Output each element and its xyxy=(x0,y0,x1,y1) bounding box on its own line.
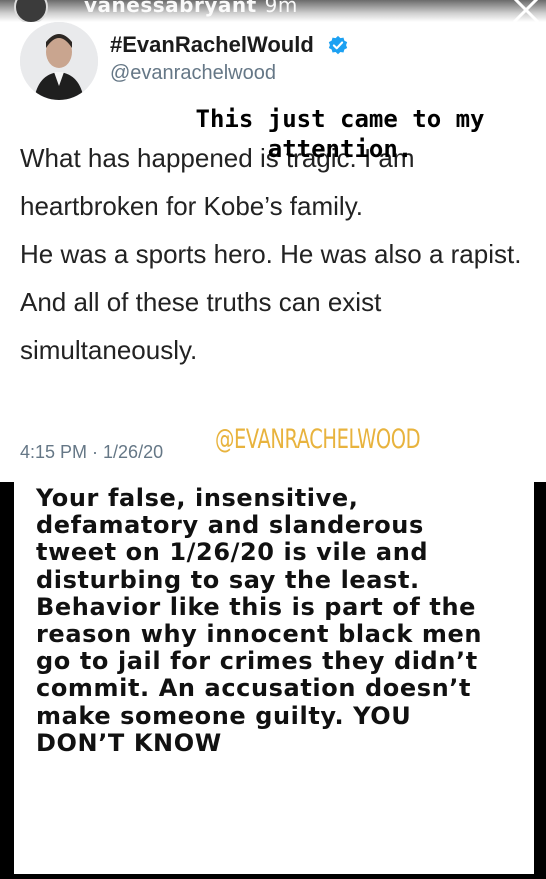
story-username[interactable]: vanessabryant 9m xyxy=(84,0,298,17)
story-avatar[interactable] xyxy=(14,0,48,24)
tweet-paragraph: And all of these truths can exist simult… xyxy=(20,287,382,365)
tweet-body: What has happened is tragic. I am heartb… xyxy=(20,134,530,374)
story-time: 9m xyxy=(264,0,298,17)
mention-sticker[interactable]: @EVANRACHELWOOD xyxy=(215,424,421,455)
response-card: Your false, insensitive, defamatory and … xyxy=(14,482,534,874)
display-name[interactable]: #EvanRachelWould xyxy=(110,32,314,58)
story-text-overlay: This just came to my attention. xyxy=(195,105,485,163)
tweet-timestamp: 4:15 PM · 1/26/20 xyxy=(20,442,164,462)
response-background: Your false, insensitive, defamatory and … xyxy=(0,482,546,879)
tweet-card: #EvanRachelWould @evanrachelwood What ha… xyxy=(0,22,546,482)
response-text: Your false, insensitive, defamatory and … xyxy=(36,484,483,757)
tweet-avatar[interactable] xyxy=(20,22,98,100)
story-username-text: vanessabryant xyxy=(84,0,257,17)
twitter-handle[interactable]: @evanrachelwood xyxy=(110,62,276,85)
tweet-paragraph: He was a sports hero. He was also a rapi… xyxy=(20,239,522,269)
verified-badge-icon xyxy=(328,35,348,55)
story-header: vanessabryant 9m xyxy=(0,0,546,24)
profile-photo xyxy=(20,22,98,100)
